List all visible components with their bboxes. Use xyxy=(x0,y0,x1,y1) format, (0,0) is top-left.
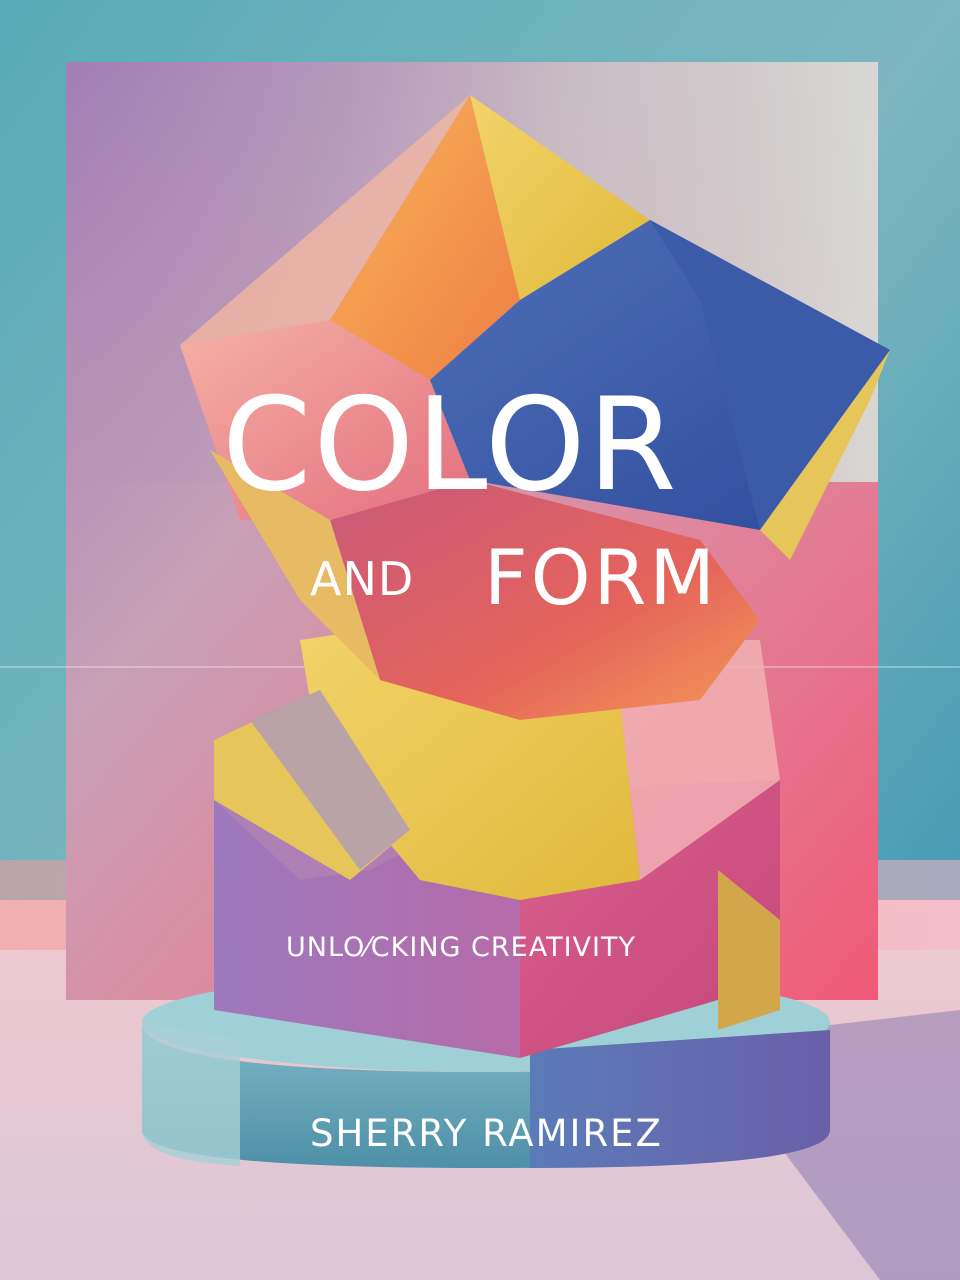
book-cover: COLOR AND FORM UNLO⁄CKING CREATIVITY SHE… xyxy=(0,0,960,1280)
title-form: FORM xyxy=(484,533,718,622)
title-color: COLOR xyxy=(222,371,679,520)
author-name: SHERRY RAMIREZ xyxy=(310,1112,663,1155)
title-and: AND xyxy=(310,552,415,606)
cover-artwork xyxy=(0,0,960,1280)
subtitle: UNLO⁄CKING CREATIVITY xyxy=(286,932,636,963)
